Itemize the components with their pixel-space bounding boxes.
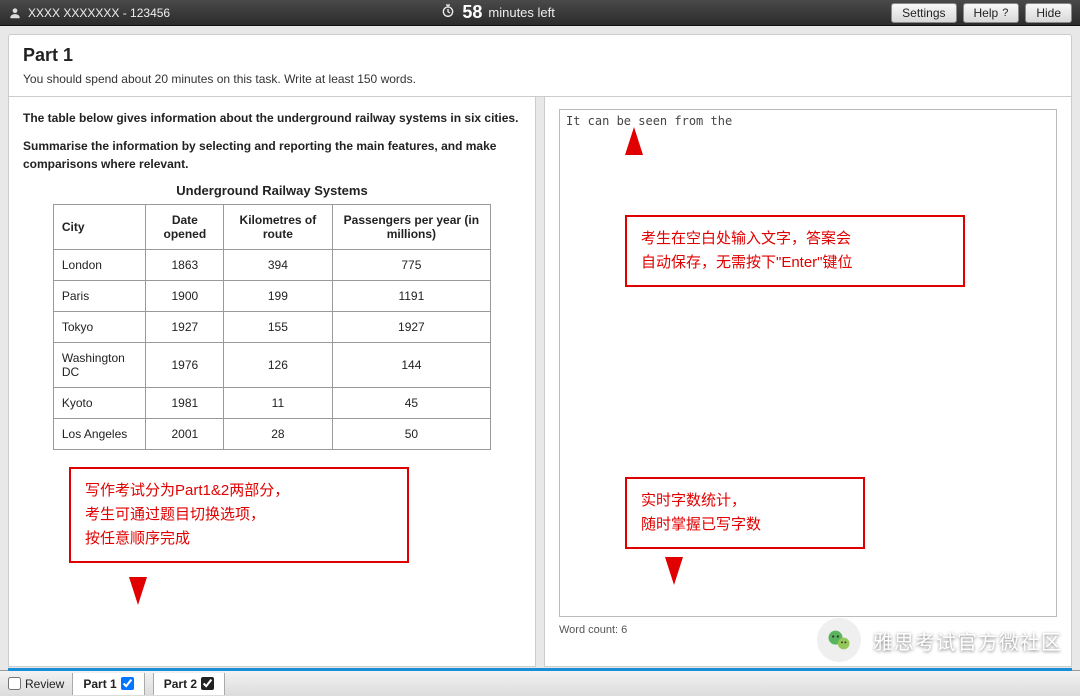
user-label: XXXX XXXXXXX - 123456	[28, 6, 170, 20]
col-passengers: Passengers per year (in millions)	[332, 205, 490, 250]
table-cell: 2001	[146, 419, 224, 450]
annotation-left: 写作考试分为Part1&2两部分， 考生可通过题目切换选项， 按任意顺序完成	[69, 467, 409, 563]
hide-button[interactable]: Hide	[1025, 3, 1072, 23]
table-cell: Tokyo	[53, 312, 146, 343]
user-info: XXXX XXXXXXX - 123456	[8, 6, 170, 20]
table-cell: Los Angeles	[53, 419, 146, 450]
task-instruction: You should spend about 20 minutes on thi…	[23, 72, 1057, 86]
table-cell: 11	[224, 388, 332, 419]
table-cell: Washington DC	[53, 343, 146, 388]
bottom-bar: Review Part 1 Part 2	[0, 670, 1080, 696]
table-cell: 45	[332, 388, 490, 419]
user-icon	[8, 6, 22, 20]
wechat-icon	[817, 618, 861, 662]
table-row: Kyoto19811145	[53, 388, 490, 419]
help-button[interactable]: Help ?	[963, 3, 1020, 23]
annotation-right-bottom: 实时字数统计， 随时掌握已写字数	[625, 477, 865, 549]
table-cell: London	[53, 250, 146, 281]
minutes-left: 58	[462, 2, 482, 23]
railway-table: City Date opened Kilometres of route Pas…	[53, 204, 491, 450]
watermark-text: 雅思考试官方微社区	[873, 626, 1062, 655]
table-row: Paris19001991191	[53, 281, 490, 312]
clock-icon	[440, 3, 456, 22]
settings-button[interactable]: Settings	[891, 3, 956, 23]
table-cell: 126	[224, 343, 332, 388]
col-city: City	[53, 205, 146, 250]
table-row: Los Angeles20012850	[53, 419, 490, 450]
table-cell: 155	[224, 312, 332, 343]
arrow-icon	[665, 557, 683, 585]
col-date: Date opened	[146, 205, 224, 250]
table-row: Tokyo19271551927	[53, 312, 490, 343]
table-cell: 1863	[146, 250, 224, 281]
table-cell: 144	[332, 343, 490, 388]
tab-part-2[interactable]: Part 2	[153, 673, 225, 695]
top-bar: XXXX XXXXXXX - 123456 58 minutes left Se…	[0, 0, 1080, 26]
table-row: London1863394775	[53, 250, 490, 281]
timer: 58 minutes left	[440, 2, 555, 23]
table-row: Washington DC1976126144	[53, 343, 490, 388]
col-km: Kilometres of route	[224, 205, 332, 250]
table-cell: 1900	[146, 281, 224, 312]
table-cell: Kyoto	[53, 388, 146, 419]
table-cell: 1191	[332, 281, 490, 312]
table-cell: 394	[224, 250, 332, 281]
prompt-line-2: Summarise the information by selecting a…	[23, 137, 521, 173]
prompt-line-1: The table below gives information about …	[23, 109, 521, 127]
table-cell: 1981	[146, 388, 224, 419]
part-title: Part 1	[23, 45, 1057, 66]
watermark: 雅思考试官方微社区	[817, 618, 1062, 662]
answer-pane: Word count: 6 考生在空白处输入文字，答案会 自动保存，无需按下"E…	[544, 97, 1072, 667]
arrow-icon	[625, 127, 643, 155]
minutes-suffix: minutes left	[488, 5, 554, 20]
help-icon: ?	[1002, 7, 1008, 19]
progress-indicator	[8, 668, 1072, 671]
table-cell: 50	[332, 419, 490, 450]
table-cell: 775	[332, 250, 490, 281]
arrow-icon	[129, 577, 147, 605]
review-checkbox[interactable]: Review	[8, 677, 64, 691]
annotation-right-top: 考生在空白处输入文字，答案会 自动保存，无需按下"Enter"键位	[625, 215, 965, 287]
table-cell: 1976	[146, 343, 224, 388]
table-cell: 199	[224, 281, 332, 312]
table-cell: 28	[224, 419, 332, 450]
table-cell: 1927	[332, 312, 490, 343]
task-header: Part 1 You should spend about 20 minutes…	[8, 34, 1072, 97]
table-cell: 1927	[146, 312, 224, 343]
table-cell: Paris	[53, 281, 146, 312]
table-title: Underground Railway Systems	[23, 183, 521, 198]
question-pane: The table below gives information about …	[8, 97, 536, 667]
tab-part-1[interactable]: Part 1	[72, 673, 144, 695]
